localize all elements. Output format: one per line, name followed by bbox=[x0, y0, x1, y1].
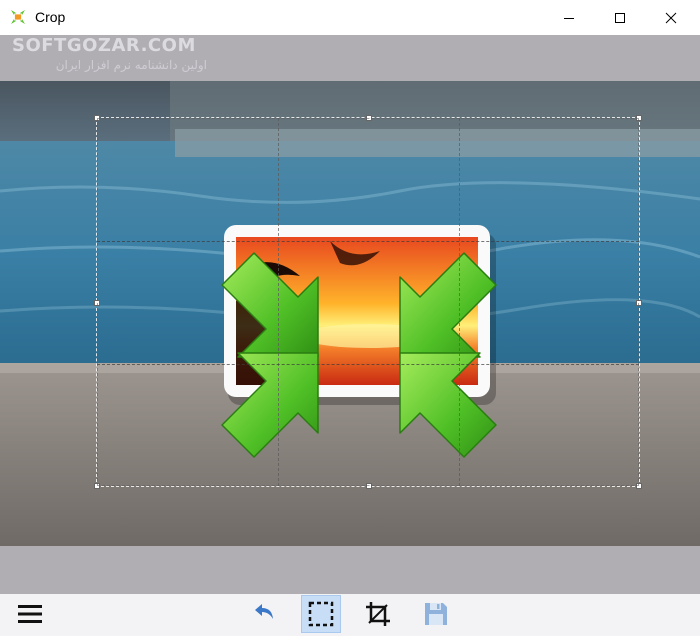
hamburger-icon bbox=[18, 605, 42, 623]
menu-button[interactable] bbox=[10, 595, 50, 633]
image-canvas[interactable]: SOFTGOZAR.COM اولین دانشنامه نرم افزار ا… bbox=[0, 35, 700, 594]
bottom-toolbar bbox=[0, 594, 700, 636]
crop-gridline bbox=[278, 118, 279, 486]
maximize-button[interactable] bbox=[597, 0, 643, 35]
crop-button[interactable] bbox=[358, 595, 398, 633]
select-button[interactable] bbox=[301, 595, 341, 633]
undo-button[interactable] bbox=[243, 595, 283, 633]
undo-icon bbox=[255, 604, 273, 619]
watermark: SOFTGOZAR.COM اولین دانشنامه نرم افزار ا… bbox=[12, 35, 207, 72]
save-icon bbox=[425, 603, 447, 625]
crop-handle-right[interactable] bbox=[636, 300, 642, 306]
minimize-icon bbox=[564, 17, 574, 19]
close-icon bbox=[665, 12, 677, 23]
app-icon bbox=[11, 10, 25, 24]
crop-handle-bottom-right[interactable] bbox=[636, 483, 642, 489]
crop-handle-top[interactable] bbox=[366, 115, 372, 121]
crop-handle-top-right[interactable] bbox=[636, 115, 642, 121]
crop-handle-left[interactable] bbox=[94, 300, 100, 306]
crop-selection[interactable] bbox=[94, 115, 642, 489]
crop-gridline bbox=[459, 118, 460, 486]
watermark-main: SOFTGOZAR.COM bbox=[12, 35, 196, 56]
crop-icon bbox=[366, 602, 390, 626]
watermark-sub: اولین دانشنامه نرم افزار ایران bbox=[55, 58, 207, 72]
selection-icon bbox=[308, 601, 334, 627]
crop-handle-top-left[interactable] bbox=[94, 115, 100, 121]
crop-gridline bbox=[97, 241, 639, 242]
title-bar: Crop bbox=[0, 0, 700, 35]
minimize-button[interactable] bbox=[546, 0, 592, 35]
maximize-icon bbox=[615, 12, 625, 23]
window-title: Crop bbox=[35, 9, 66, 25]
crop-gridline bbox=[97, 364, 639, 365]
save-button[interactable] bbox=[416, 595, 456, 633]
crop-handle-bottom-left[interactable] bbox=[94, 483, 100, 489]
crop-handle-bottom[interactable] bbox=[366, 483, 372, 489]
close-button[interactable] bbox=[648, 0, 694, 35]
